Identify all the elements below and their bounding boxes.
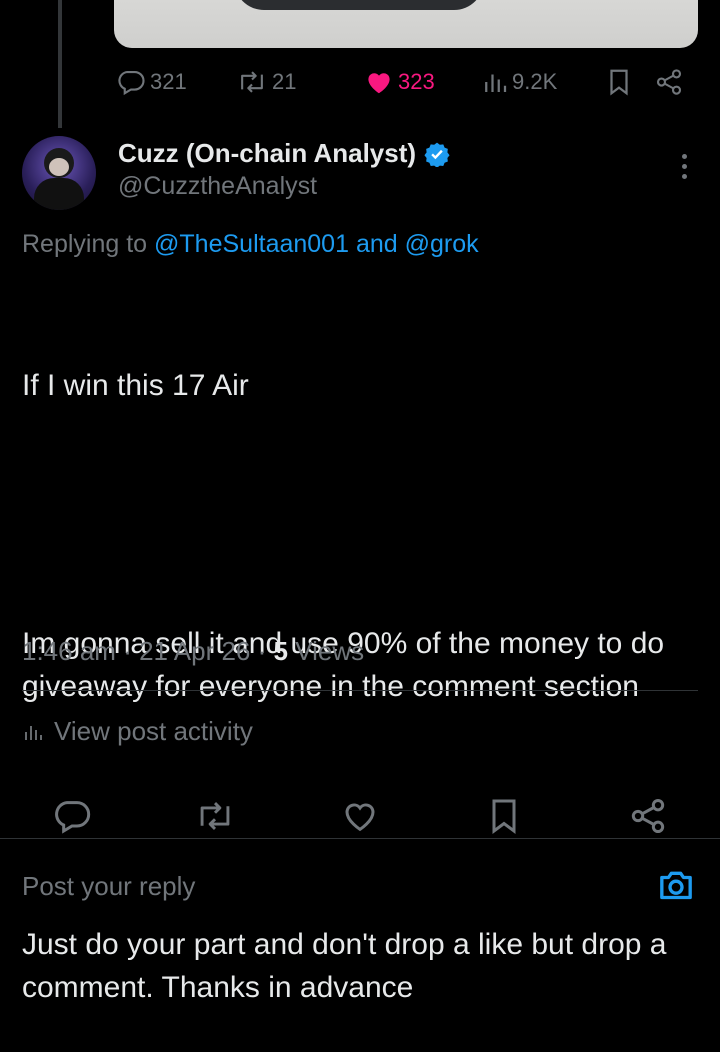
replying-and[interactable]: and	[356, 230, 398, 258]
reply-icon	[118, 70, 145, 96]
view-post-activity-label: View post activity	[54, 716, 253, 746]
share-icon	[656, 69, 682, 95]
heart-filled-icon	[368, 73, 390, 94]
more-dot-icon	[681, 173, 687, 179]
bookmark-icon	[610, 69, 628, 96]
author-display-name[interactable]: Cuzz (On-chain Analyst)	[118, 138, 416, 169]
share-icon	[631, 799, 665, 833]
parent-share-button[interactable]	[654, 64, 684, 100]
avatar-figure-face	[49, 158, 69, 176]
like-button[interactable]	[340, 796, 380, 841]
media-object-dark	[234, 0, 484, 10]
analytics-icon	[25, 725, 42, 740]
bookmark-button[interactable]	[486, 796, 522, 841]
parent-views-count: 9.2K	[512, 69, 558, 94]
reply-input[interactable]	[22, 871, 582, 902]
reply-composer	[0, 838, 720, 913]
parent-post-actions: 321 21 323 9.2K	[116, 64, 696, 100]
mention-link-grok[interactable]: @grok	[405, 230, 479, 258]
post-metadata: 1:46 am · 21 Apr 26 · 5 Views	[22, 636, 364, 667]
reply-button[interactable]	[52, 796, 92, 841]
parent-views-button[interactable]: 9.2K	[482, 64, 557, 100]
avatar-figure-body	[34, 178, 84, 210]
parent-reply-button[interactable]: 321	[116, 64, 187, 100]
share-button[interactable]	[628, 796, 668, 841]
post-paragraph-3: Just do your part and don't drop a like …	[22, 928, 675, 1004]
parent-like-count: 323	[398, 69, 435, 94]
post-time[interactable]: 1:46 am	[22, 636, 116, 666]
analytics-icon	[485, 74, 507, 92]
post-action-bar	[0, 796, 720, 840]
parent-repost-button[interactable]: 21	[236, 64, 296, 100]
post-views-label: Views	[295, 636, 365, 666]
view-post-activity-link[interactable]: View post activity	[22, 716, 253, 747]
camera-icon	[660, 871, 692, 900]
replying-to-line: Replying to @TheSultaan001 and @grok	[22, 230, 479, 259]
author-avatar[interactable]	[22, 136, 96, 210]
reply-icon	[55, 801, 91, 834]
camera-button[interactable]	[656, 865, 696, 910]
more-dot-icon	[681, 163, 687, 169]
meta-separator: ·	[123, 636, 140, 666]
repost-icon	[241, 71, 263, 93]
thread-connector-line	[58, 0, 62, 128]
divider	[22, 690, 698, 691]
post-date[interactable]: 21 Apr 26	[139, 636, 250, 666]
parent-like-button[interactable]: 323	[364, 64, 435, 100]
replying-prefix: Replying to	[22, 230, 148, 258]
repost-button[interactable]	[194, 796, 236, 841]
more-dot-icon	[681, 153, 687, 159]
parent-post-media[interactable]	[114, 0, 698, 48]
post-paragraph-1: If I win this 17 Air	[22, 369, 249, 402]
author-name-row: Cuzz (On-chain Analyst)	[118, 138, 450, 169]
heart-icon	[345, 803, 375, 832]
bookmark-icon	[492, 799, 516, 834]
meta-separator: ·	[257, 636, 274, 666]
parent-repost-count: 21	[272, 69, 297, 94]
mention-link-sultaan[interactable]: @TheSultaan001	[154, 230, 349, 258]
author-handle[interactable]: @CuzztheAnalyst	[118, 172, 317, 201]
more-options-button[interactable]	[670, 146, 698, 186]
parent-bookmark-button[interactable]	[606, 64, 632, 100]
repost-icon	[200, 802, 230, 830]
post-views-count: 5	[273, 636, 288, 666]
parent-reply-count: 321	[150, 69, 187, 94]
verified-badge-icon	[424, 142, 450, 167]
